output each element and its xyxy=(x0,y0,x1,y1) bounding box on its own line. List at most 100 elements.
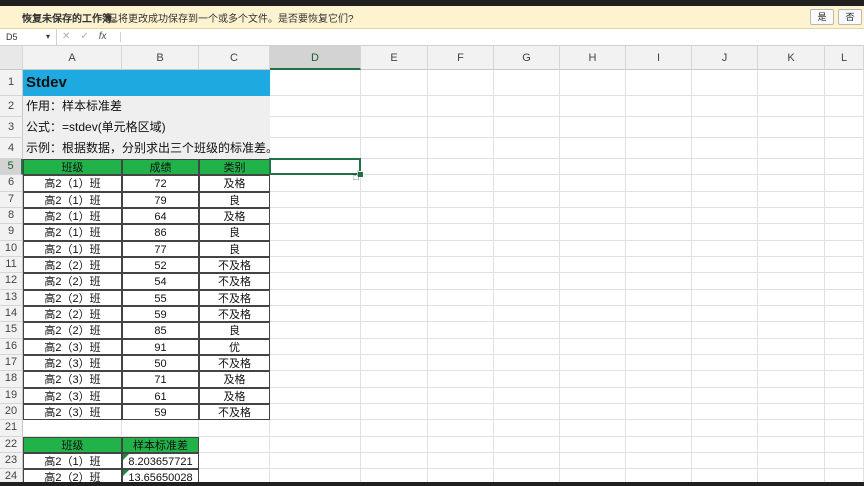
table-cell[interactable]: 高2（2）班 xyxy=(23,322,122,339)
worksheet-grid[interactable]: ABCDEFGHIJKL 1 2 3 4 5 6 7 8 9 10 11 12 13 14 15 16 17 18… xyxy=(0,46,864,486)
table-cell[interactable]: 及格 xyxy=(199,371,270,388)
row-header-15[interactable]: 15 xyxy=(0,322,23,339)
table-cell[interactable]: 55 xyxy=(122,289,199,306)
row-header-17[interactable]: 17 xyxy=(0,354,23,372)
row-header-20[interactable]: 20 xyxy=(0,403,23,421)
select-all-corner[interactable] xyxy=(0,46,23,70)
column-header-i[interactable]: I xyxy=(626,46,692,70)
summary-cell[interactable]: 高2（1）班 xyxy=(23,452,122,470)
table-cell[interactable]: 高2（3）班 xyxy=(23,354,122,372)
table-cell[interactable]: 良 xyxy=(199,191,270,208)
column-header-e[interactable]: E xyxy=(361,46,428,70)
row-header-14[interactable]: 14 xyxy=(0,305,23,323)
row-header-18[interactable]: 18 xyxy=(0,371,23,388)
row-header-21[interactable]: 21 xyxy=(0,420,23,437)
row-header-2[interactable]: 2 xyxy=(0,96,23,117)
formula-input[interactable] xyxy=(124,29,859,45)
table-cell[interactable]: 高2（1）班 xyxy=(23,175,122,192)
table-header-cell[interactable]: 班级 xyxy=(23,159,122,176)
active-cell-selection[interactable] xyxy=(269,158,361,176)
column-header-d[interactable]: D xyxy=(270,46,361,70)
row-header-4[interactable]: 4 xyxy=(0,138,23,159)
summary-cell[interactable]: 8.203657721 xyxy=(122,452,199,470)
table-cell[interactable]: 高2（3）班 xyxy=(23,387,122,404)
table-cell[interactable]: 及格 xyxy=(199,207,270,225)
table-cell[interactable]: 高2（2）班 xyxy=(23,305,122,323)
sheet-title[interactable]: Stdev xyxy=(23,70,270,96)
chevron-down-icon[interactable]: ▾ xyxy=(46,29,50,45)
fx-icon[interactable]: fx xyxy=(99,31,107,42)
table-header-cell[interactable]: 成绩 xyxy=(122,159,199,176)
table-cell[interactable]: 不及格 xyxy=(199,273,270,290)
summary-header-cell[interactable]: 班级 xyxy=(23,436,122,453)
row-header-8[interactable]: 8 xyxy=(0,207,23,225)
table-cell[interactable]: 77 xyxy=(122,240,199,257)
table-cell[interactable]: 79 xyxy=(122,191,199,208)
row-header-5[interactable]: 5 xyxy=(0,159,23,176)
table-cell[interactable]: 64 xyxy=(122,207,199,225)
row-header-7[interactable]: 7 xyxy=(0,191,23,208)
row-header-13[interactable]: 13 xyxy=(0,289,23,306)
example-text[interactable]: 示例：根据数据，分别求出三个班级的标准差。 xyxy=(23,138,270,159)
column-header-c[interactable]: C xyxy=(199,46,270,70)
table-cell[interactable]: 不及格 xyxy=(199,289,270,306)
table-cell[interactable]: 高2（2）班 xyxy=(23,273,122,290)
column-header-f[interactable]: F xyxy=(428,46,494,70)
table-cell[interactable]: 不及格 xyxy=(199,354,270,372)
table-cell[interactable]: 高2（3）班 xyxy=(23,403,122,421)
column-header-j[interactable]: J xyxy=(692,46,758,70)
table-cell[interactable]: 不及格 xyxy=(199,305,270,323)
table-cell[interactable]: 良 xyxy=(199,240,270,257)
table-cell[interactable]: 高2（2）班 xyxy=(23,289,122,306)
table-cell[interactable]: 高2（3）班 xyxy=(23,338,122,355)
table-cell[interactable]: 良 xyxy=(199,224,270,241)
row-header-11[interactable]: 11 xyxy=(0,256,23,274)
table-cell[interactable]: 高2（1）班 xyxy=(23,191,122,208)
row-header-3[interactable]: 3 xyxy=(0,117,23,138)
row-header-22[interactable]: 22 xyxy=(0,436,23,453)
table-cell[interactable]: 优 xyxy=(199,338,270,355)
row-header-23[interactable]: 23 xyxy=(0,452,23,470)
table-cell[interactable]: 高2（1）班 xyxy=(23,224,122,241)
table-cell[interactable]: 高2（2）班 xyxy=(23,256,122,274)
column-header-k[interactable]: K xyxy=(758,46,825,70)
table-header-cell[interactable]: 类别 xyxy=(199,159,270,176)
table-cell[interactable]: 52 xyxy=(122,256,199,274)
column-header-a[interactable]: A xyxy=(23,46,122,70)
column-header-g[interactable]: G xyxy=(494,46,560,70)
table-cell[interactable]: 91 xyxy=(122,338,199,355)
row-header-1[interactable]: 1 xyxy=(0,70,23,96)
enter-icon[interactable]: ✓ xyxy=(80,31,88,42)
row-header-6[interactable]: 6 xyxy=(0,175,23,192)
table-cell[interactable]: 高2（3）班 xyxy=(23,371,122,388)
table-cell[interactable]: 不及格 xyxy=(199,256,270,274)
table-cell[interactable]: 72 xyxy=(122,175,199,192)
table-cell[interactable]: 50 xyxy=(122,354,199,372)
column-header-l[interactable]: L xyxy=(825,46,864,70)
table-cell[interactable]: 高2（1）班 xyxy=(23,240,122,257)
name-box[interactable]: D5 ▾ xyxy=(0,29,57,45)
column-header-b[interactable]: B xyxy=(122,46,199,70)
row-header-9[interactable]: 9 xyxy=(0,224,23,241)
table-cell[interactable]: 59 xyxy=(122,305,199,323)
table-cell[interactable]: 不及格 xyxy=(199,403,270,421)
formula-text[interactable]: 公式：=stdev(单元格区域) xyxy=(23,117,270,138)
table-cell[interactable]: 61 xyxy=(122,387,199,404)
table-cell[interactable]: 85 xyxy=(122,322,199,339)
row-header-12[interactable]: 12 xyxy=(0,273,23,290)
table-cell[interactable]: 及格 xyxy=(199,175,270,192)
row-header-10[interactable]: 10 xyxy=(0,240,23,257)
table-cell[interactable]: 良 xyxy=(199,322,270,339)
table-cell[interactable]: 及格 xyxy=(199,387,270,404)
cancel-icon[interactable]: ✕ xyxy=(62,31,70,42)
summary-header-cell[interactable]: 样本标准差 xyxy=(122,436,199,453)
no-button[interactable]: 否 xyxy=(838,9,862,25)
table-cell[interactable]: 59 xyxy=(122,403,199,421)
row-header-19[interactable]: 19 xyxy=(0,387,23,404)
column-header-h[interactable]: H xyxy=(560,46,626,70)
row-header-16[interactable]: 16 xyxy=(0,338,23,355)
table-cell[interactable]: 高2（1）班 xyxy=(23,207,122,225)
table-cell[interactable]: 71 xyxy=(122,371,199,388)
yes-button[interactable]: 是 xyxy=(810,9,834,25)
table-cell[interactable]: 54 xyxy=(122,273,199,290)
